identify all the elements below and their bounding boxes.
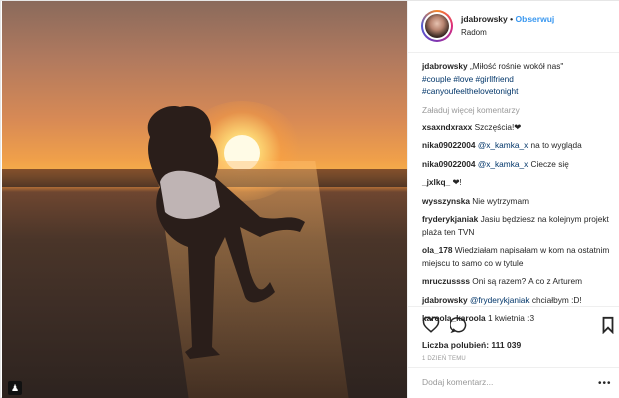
post-header: jdabrowsky • Obserwuj Radom <box>408 1 619 53</box>
comment: xsaxndxraxx Szczęścia!❤ <box>422 121 614 134</box>
post-author-line: jdabrowsky • Obserwuj <box>461 14 554 24</box>
avatar[interactable] <box>421 10 453 42</box>
mention[interactable]: @x_kamka_x <box>478 159 528 169</box>
post-sidebar: jdabrowsky • Obserwuj Radom jdabrowsky „… <box>407 1 619 398</box>
comment-author[interactable]: wysszynska <box>422 196 470 206</box>
comment: ola_178 Wiedziałam napisałam w kom na os… <box>422 244 614 269</box>
mention[interactable]: @fryderykjaniak <box>470 295 530 305</box>
comment: mruczussss Oni są razem? A co z Arturem <box>422 275 614 288</box>
post-timestamp[interactable]: 1 DZIEŃ TEMU <box>422 356 466 362</box>
comment: jdabrowsky @fryderykjaniak chciałbym :D! <box>422 294 614 307</box>
comment: nika09022004 @x_kamka_x na to wygląda <box>422 139 614 152</box>
comment: _jxlkq_ ❤! <box>422 176 614 189</box>
post-location[interactable]: Radom <box>461 28 487 37</box>
bookmark-icon[interactable] <box>601 316 615 334</box>
comment-text: na to wygląda <box>528 140 582 150</box>
caption-author[interactable]: jdabrowsky <box>422 61 468 71</box>
comments-list: jdabrowsky „Miłość rośnie wokół nas" #co… <box>422 60 614 331</box>
hashtag[interactable]: #girllfriend <box>476 74 514 84</box>
hashtag[interactable]: #couple <box>422 74 451 84</box>
comment-text: ❤! <box>450 177 462 187</box>
mention[interactable]: @x_kamka_x <box>478 140 528 150</box>
heart-icon[interactable] <box>422 316 440 334</box>
comment-author[interactable]: jdabrowsky <box>422 295 468 305</box>
comment-author[interactable]: ola_178 <box>422 245 452 255</box>
comment: fryderykjaniak Jasiu będziesz na kolejny… <box>422 213 614 238</box>
person-tag-icon[interactable]: ♟ <box>8 381 22 395</box>
caption-text: „Miłość rośnie wokół nas" <box>469 61 564 71</box>
add-comment-bar: ••• <box>408 367 619 398</box>
caption: jdabrowsky „Miłość rośnie wokół nas" #co… <box>422 60 614 98</box>
follow-button[interactable]: Obserwuj <box>516 14 555 24</box>
comment-text: Oni są razem? A co z Arturem <box>472 276 583 286</box>
comment-author[interactable]: nika09022004 <box>422 140 476 150</box>
add-comment-input[interactable] <box>422 377 592 387</box>
comment-author[interactable]: nika09022004 <box>422 159 476 169</box>
comment: nika09022004 @x_kamka_x Ciecze się <box>422 158 614 171</box>
author-username[interactable]: jdabrowsky <box>461 14 508 24</box>
avatar-image <box>425 14 449 38</box>
comment-author[interactable]: xsaxndxraxx <box>422 122 472 132</box>
separator-dot: • <box>510 14 514 24</box>
comment-text: Ciecze się <box>528 158 569 169</box>
hashtag[interactable]: #love <box>453 74 473 84</box>
load-more-comments-button[interactable]: Załaduj więcej komentarzy <box>422 104 614 116</box>
comment-author[interactable]: _jxlkq_ <box>422 177 450 187</box>
comment-text: Szczęścia!❤ <box>474 121 522 132</box>
comment-text: Nie wytrzymam <box>472 195 529 206</box>
instagram-post: ♟ jdabrowsky • Obserwuj Radom jdabrowsky… <box>0 0 619 398</box>
comment-author[interactable]: fryderykjaniak <box>422 214 478 224</box>
comment-text: chciałbym :D! <box>529 294 582 305</box>
couple-silhouette <box>147 106 305 360</box>
post-photo[interactable]: ♟ <box>2 1 407 398</box>
likes-count[interactable]: Liczba polubień: 111 039 <box>422 340 521 350</box>
hashtag[interactable]: #canyoufeelthelovetonight <box>422 86 518 96</box>
more-options-icon[interactable]: ••• <box>598 378 612 389</box>
comment: wysszynska Nie wytrzymam <box>422 195 614 208</box>
comment-author[interactable]: mruczussss <box>422 276 470 286</box>
comment-icon[interactable] <box>450 316 468 334</box>
